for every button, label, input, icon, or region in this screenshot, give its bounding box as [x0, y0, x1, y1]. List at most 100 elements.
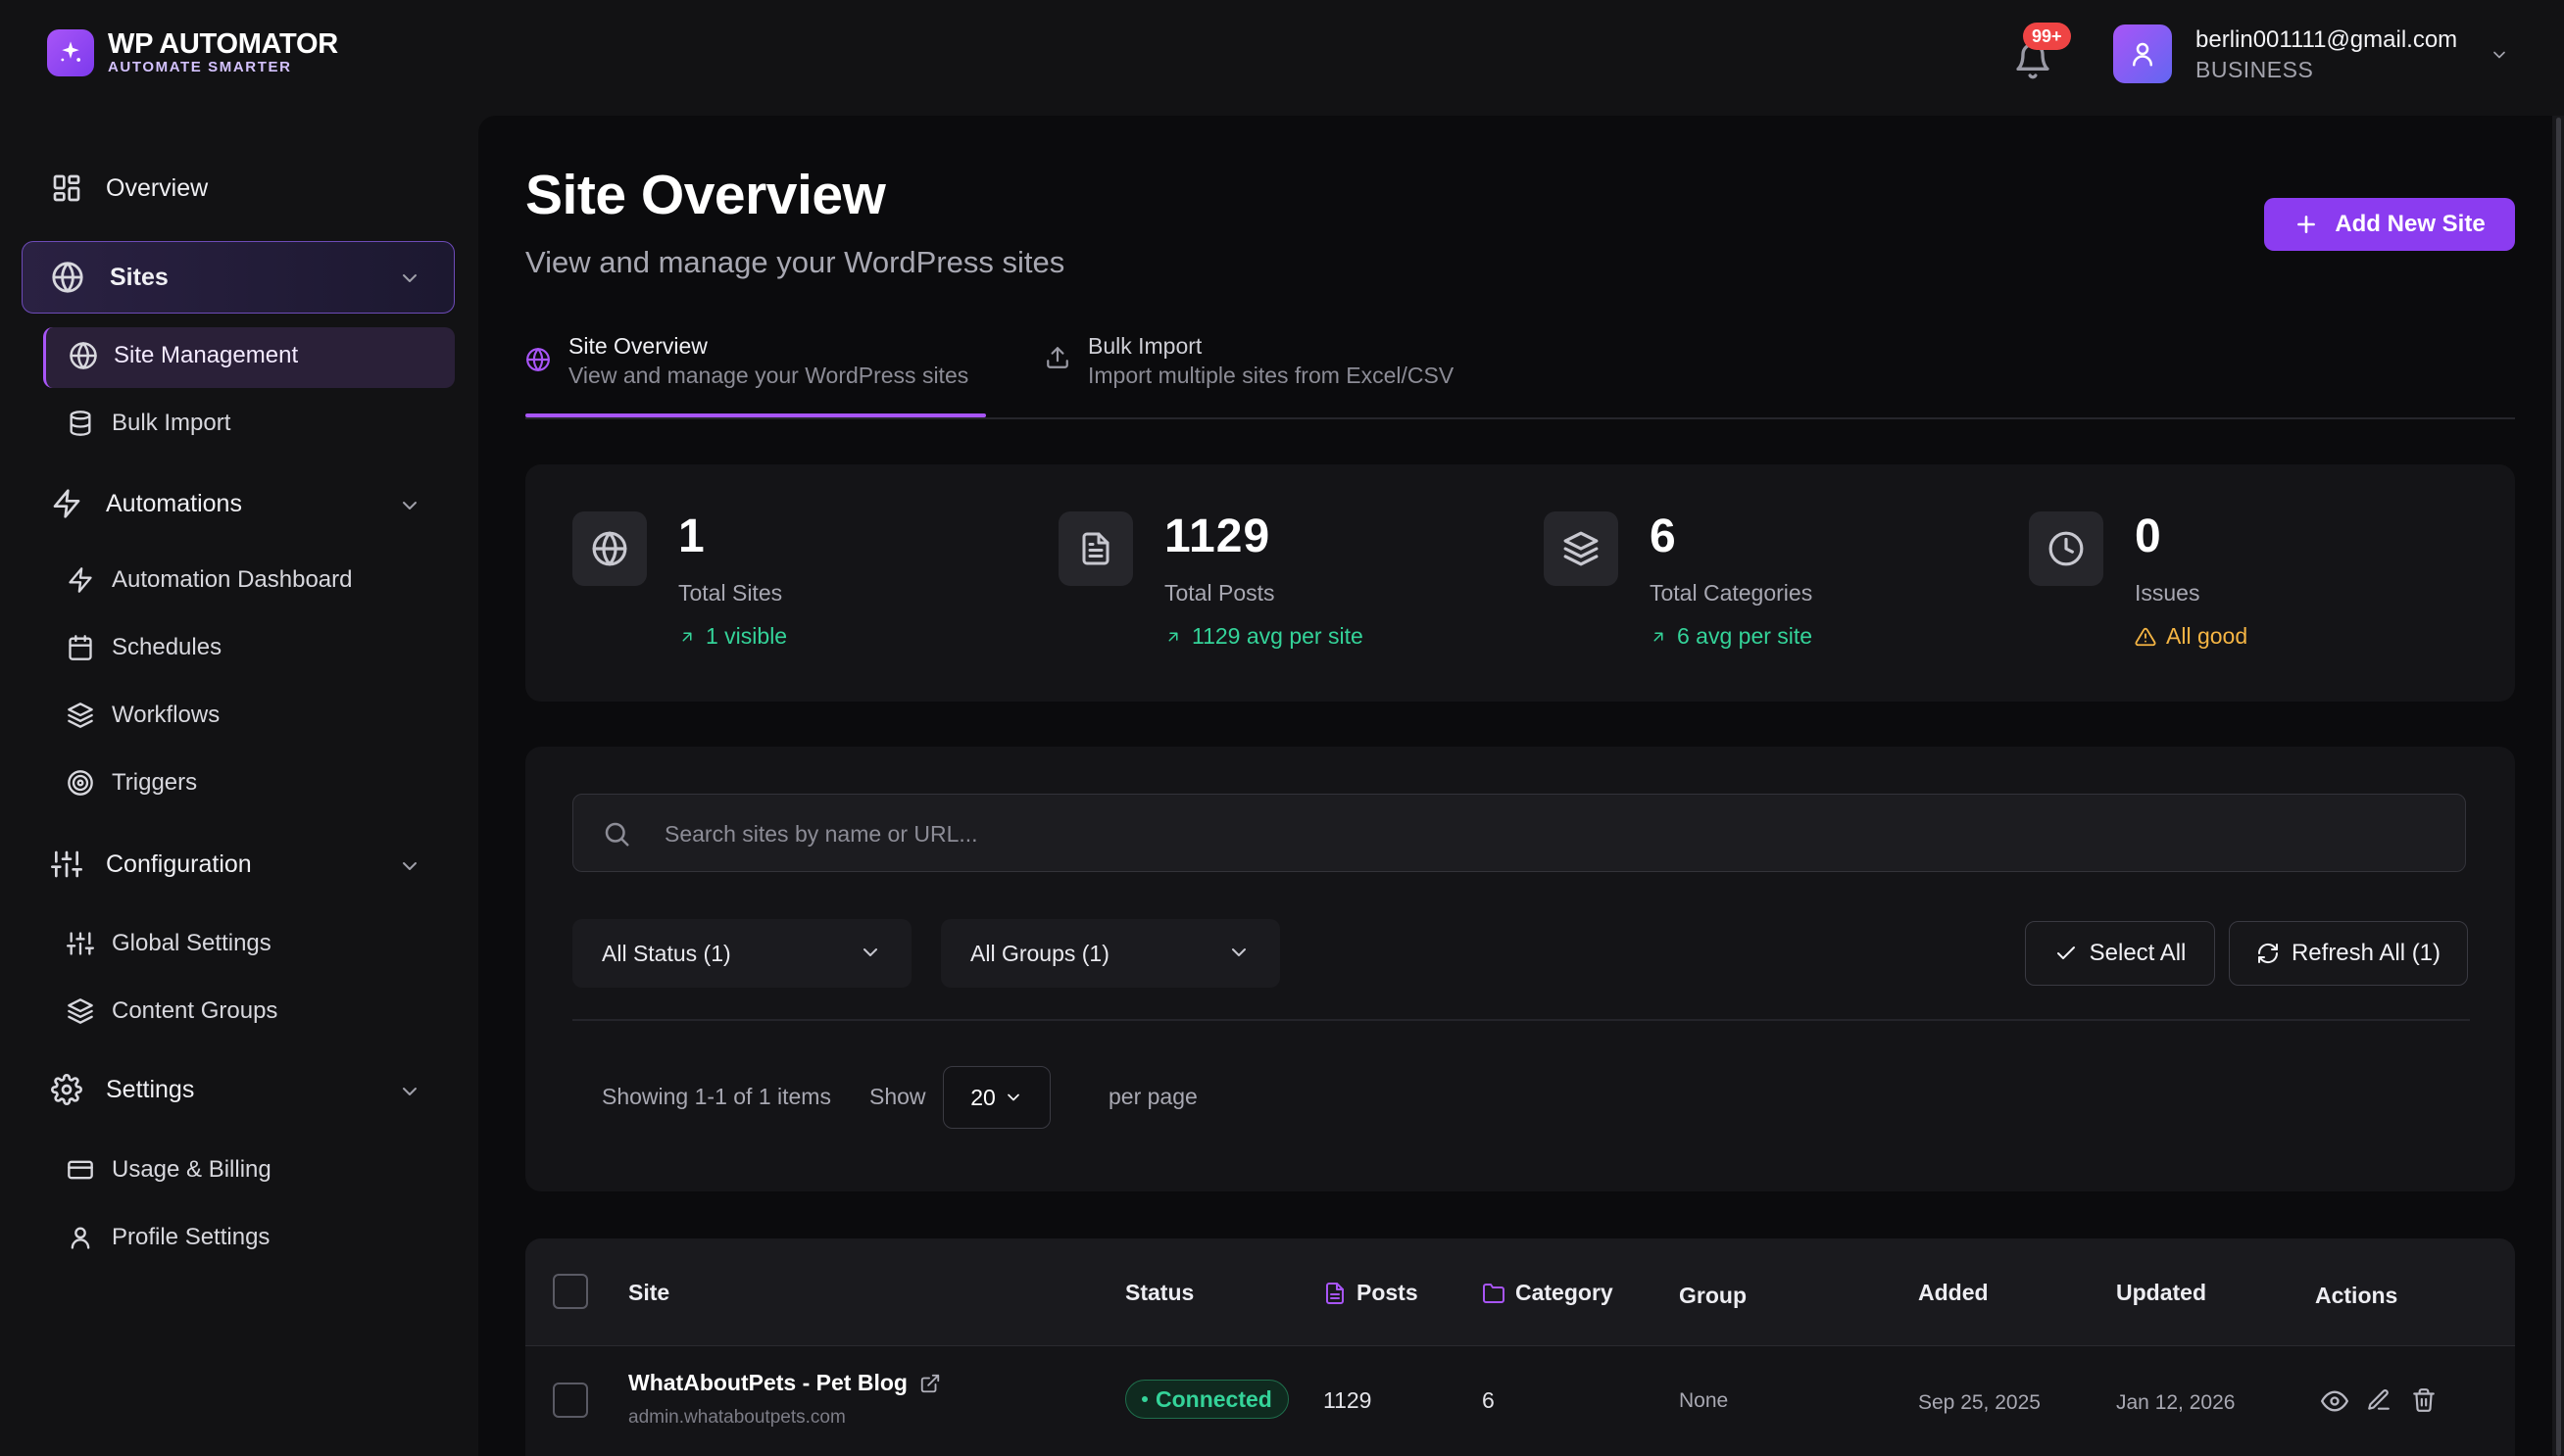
- tab-subtitle: View and manage your WordPress sites: [568, 363, 969, 388]
- sidebar-item-settings[interactable]: Settings: [51, 1074, 194, 1105]
- brand-title: WP AUTOMATOR: [108, 28, 338, 60]
- sidebar-item-automation-dashboard[interactable]: Automation Dashboard: [67, 566, 352, 594]
- brand-logo[interactable]: WP AUTOMATOR AUTOMATE SMARTER: [47, 29, 338, 76]
- chevron-down-icon[interactable]: [398, 854, 421, 878]
- column-header-label: Category: [1515, 1280, 1613, 1305]
- column-header-status[interactable]: Status: [1125, 1280, 1194, 1306]
- external-link-icon[interactable]: [919, 1373, 941, 1394]
- sidebar-item-profile-settings[interactable]: Profile Settings: [67, 1224, 270, 1251]
- sidebar-item-automations[interactable]: Automations: [51, 488, 242, 519]
- scrollbar-thumb[interactable]: [2556, 118, 2561, 1456]
- column-header-site[interactable]: Site: [628, 1280, 669, 1306]
- row-checkbox[interactable]: [553, 1383, 588, 1418]
- trash-icon[interactable]: [2411, 1387, 2437, 1413]
- sidebar-item-bulk-import[interactable]: Bulk Import: [67, 410, 230, 437]
- sidebar-item-configuration[interactable]: Configuration: [51, 849, 252, 880]
- site-url: admin.whataboutpets.com: [628, 1407, 846, 1428]
- database-icon: [67, 410, 94, 437]
- globe-icon: [525, 347, 551, 372]
- calendar-icon: [67, 634, 94, 661]
- check-icon: [2054, 942, 2078, 965]
- upload-icon: [1045, 345, 1070, 370]
- credit-card-icon: [67, 1156, 94, 1184]
- tab-site-overview[interactable]: Site Overview View and manage your WordP…: [525, 331, 968, 390]
- column-header-added[interactable]: Added: [1918, 1280, 1989, 1306]
- per-page-value: 20: [970, 1084, 996, 1110]
- site-name-link[interactable]: WhatAboutPets - Pet Blog: [628, 1370, 941, 1396]
- sidebar-item-label: Global Settings: [112, 930, 271, 956]
- select-all-button[interactable]: Select All: [2025, 921, 2215, 986]
- sidebar-site-management-row[interactable]: Site Management: [69, 341, 298, 370]
- posts-cell: 1129: [1323, 1387, 1372, 1413]
- site-name: WhatAboutPets - Pet Blog: [628, 1370, 908, 1395]
- category-cell: 6: [1482, 1387, 1495, 1413]
- status-text: Connected: [1156, 1385, 1272, 1412]
- groups-select[interactable]: All Groups (1): [941, 919, 1280, 988]
- chevron-down-icon[interactable]: [2490, 45, 2509, 65]
- eye-icon[interactable]: [2321, 1387, 2348, 1415]
- sidebar-item-triggers[interactable]: Triggers: [67, 769, 197, 797]
- updated-cell: Jan 12, 2026: [2116, 1391, 2236, 1414]
- group-cell: None: [1679, 1389, 1729, 1412]
- sidebar-item-global-settings[interactable]: Global Settings: [67, 930, 271, 957]
- stat-trend: 1 visible: [678, 623, 787, 650]
- status-select[interactable]: All Status (1): [572, 919, 912, 988]
- sidebar-item-workflows[interactable]: Workflows: [67, 702, 220, 729]
- sidebar-item-schedules[interactable]: Schedules: [67, 634, 222, 661]
- sidebar-sites-row[interactable]: Sites: [51, 261, 169, 294]
- sidebar-item-label: Settings: [106, 1075, 195, 1103]
- sidebar-item-label: Profile Settings: [112, 1224, 271, 1250]
- search-icon: [602, 819, 631, 849]
- user-email: berlin001111@gmail.com: [2195, 26, 2458, 53]
- clock-icon: [2029, 511, 2103, 586]
- sidebar-item-label: Configuration: [106, 849, 252, 878]
- stat-trend: 1129 avg per site: [1164, 623, 1363, 650]
- column-header-category[interactable]: Category: [1482, 1280, 1613, 1306]
- tab-subtitle: Import multiple sites from Excel/CSV: [1088, 363, 1455, 388]
- user-icon: [67, 1224, 94, 1251]
- stat-trend-text: All good: [2166, 623, 2248, 649]
- tabs-divider: [525, 417, 2515, 419]
- sidebar-item-label: Site Management: [114, 342, 299, 368]
- column-header-posts[interactable]: Posts: [1323, 1280, 1418, 1306]
- lightning-icon: [51, 488, 82, 519]
- stat-label: Total Posts: [1164, 580, 1275, 606]
- refresh-all-label: Refresh All (1): [2291, 940, 2441, 966]
- show-label: Show: [869, 1084, 926, 1109]
- stat-label: Total Categories: [1650, 580, 1813, 606]
- column-header-label: Posts: [1356, 1280, 1418, 1305]
- per-page-select[interactable]: 20: [943, 1066, 1051, 1129]
- sidebar-item-label: Bulk Import: [112, 410, 231, 436]
- chevron-down-icon[interactable]: [398, 1080, 421, 1103]
- folder-icon: [1482, 1282, 1505, 1305]
- tab-bulk-import[interactable]: Bulk Import Import multiple sites from E…: [1045, 331, 1454, 390]
- column-header-group[interactable]: Group: [1679, 1283, 1747, 1309]
- column-header-updated[interactable]: Updated: [2116, 1280, 2206, 1306]
- stats-card: 1 Total Sites 1 visible 1129 Total Posts…: [525, 464, 2515, 702]
- sidebar-item-label: Automations: [106, 489, 242, 517]
- sidebar-item-overview[interactable]: Overview: [51, 172, 208, 204]
- pencil-icon[interactable]: [2366, 1387, 2391, 1413]
- refresh-all-button[interactable]: Refresh All (1): [2229, 921, 2468, 986]
- chevron-down-icon[interactable]: [398, 267, 421, 290]
- select-all-checkbox[interactable]: [553, 1274, 588, 1309]
- chevron-down-icon[interactable]: [398, 494, 421, 517]
- sidebar-item-label: Content Groups: [112, 997, 278, 1024]
- status-badge: Connected: [1125, 1380, 1289, 1419]
- search-input[interactable]: [663, 796, 2431, 872]
- pagination-summary: Showing 1-1 of 1 items: [602, 1084, 831, 1109]
- add-new-site-button[interactable]: Add New Site: [2264, 198, 2515, 251]
- sliders-icon: [67, 930, 94, 957]
- panel-divider: [572, 1019, 2470, 1021]
- sidebar-item-label: Sites: [110, 263, 169, 291]
- stat-trend: 6 avg per site: [1650, 623, 1812, 650]
- sidebar-item-content-groups[interactable]: Content Groups: [67, 997, 277, 1025]
- stat-value: 1: [678, 510, 706, 562]
- select-all-label: Select All: [2089, 940, 2187, 966]
- user-menu[interactable]: berlin001111@gmail.com BUSINESS: [2113, 24, 2457, 83]
- sidebar-item-usage-billing[interactable]: Usage & Billing: [67, 1156, 271, 1184]
- add-button-label: Add New Site: [2335, 211, 2486, 237]
- brand-subtitle: AUTOMATE SMARTER: [108, 59, 292, 75]
- top-bar: WP AUTOMATOR AUTOMATE SMARTER 99+ berlin…: [0, 0, 2564, 116]
- sidebar-item-label: Automation Dashboard: [112, 566, 353, 593]
